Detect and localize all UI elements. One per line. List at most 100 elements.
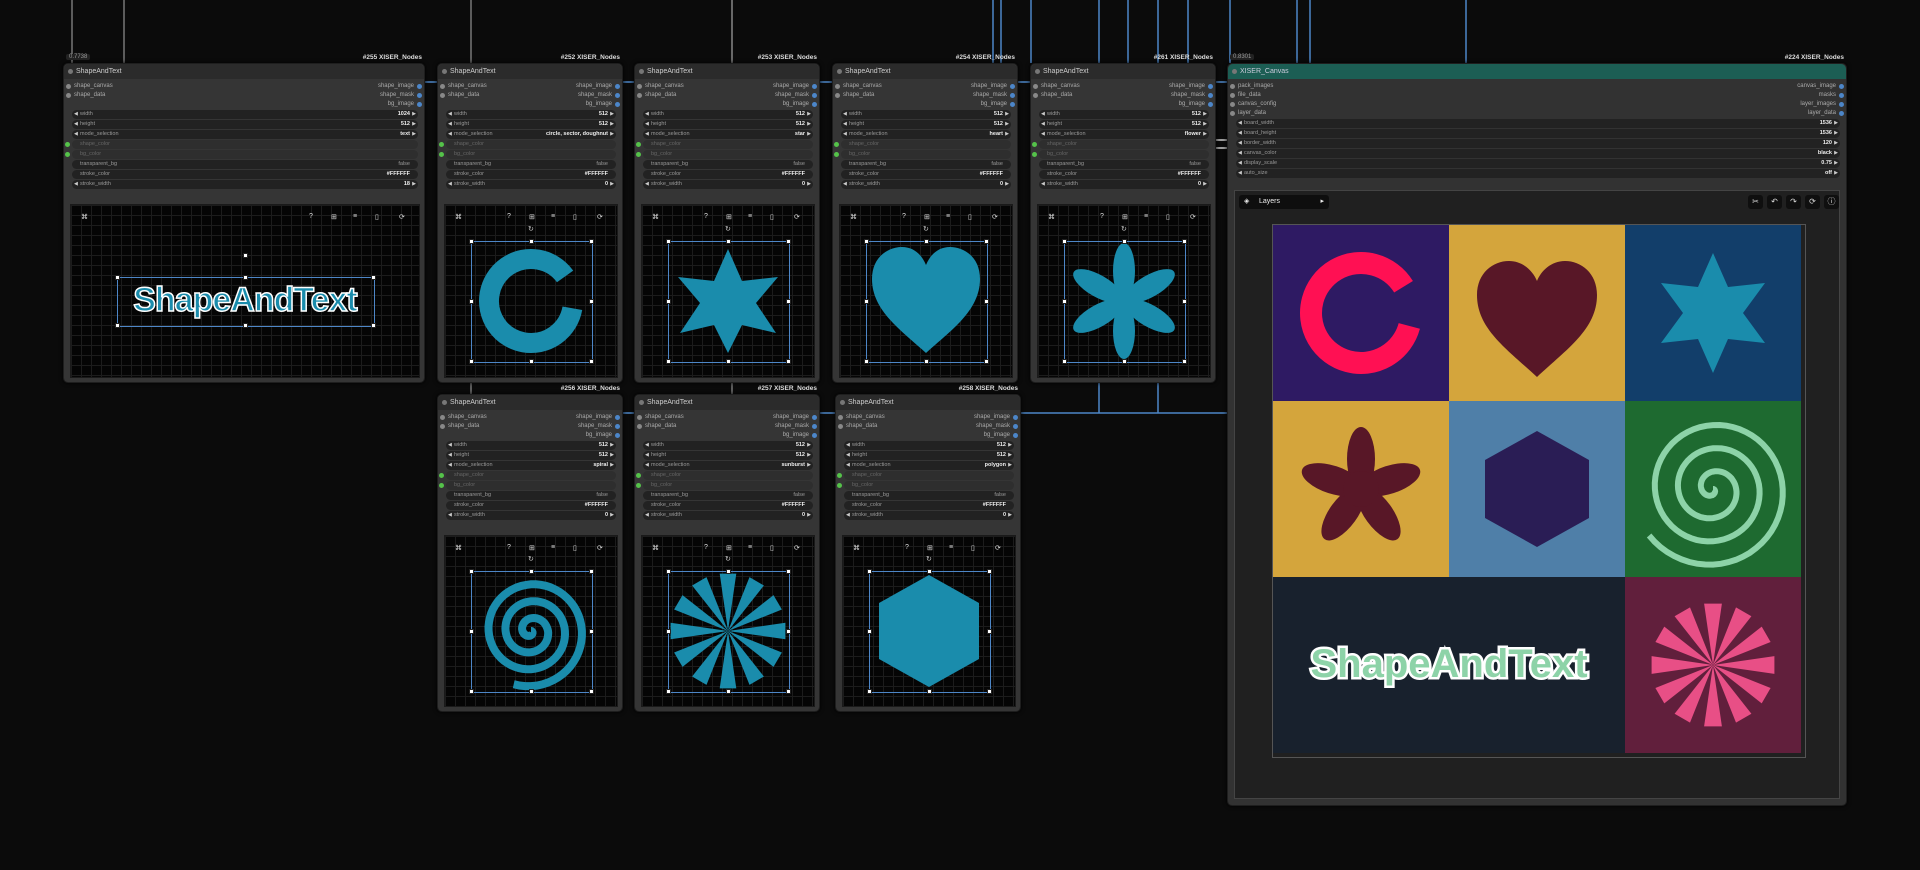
transparent-bg-toggle[interactable]: transparent_bg false [446, 491, 616, 500]
transparent-bg-toggle[interactable]: transparent_bg false [446, 160, 616, 169]
bg-color-widget[interactable]: bg_color [65, 150, 418, 159]
board-cell-sunburst[interactable] [1625, 577, 1801, 753]
shape-preview-canvas[interactable]: ⌘? ⊞ ≡ ▯ ⟳ ↻ [1037, 204, 1211, 378]
resize-handle[interactable] [786, 629, 791, 634]
resize-handle[interactable] [666, 629, 671, 634]
resize-handle[interactable] [243, 253, 248, 258]
output-port[interactable] [812, 415, 817, 420]
output-port[interactable] [417, 102, 422, 107]
transparent-bg-toggle[interactable]: transparent_bg false [643, 491, 813, 500]
align-icon[interactable]: ≡ [748, 213, 752, 220]
resize-handle[interactable] [666, 689, 671, 694]
stroke-color-widget[interactable]: stroke_color #FFFFFF [446, 501, 616, 510]
shape-preview-canvas[interactable]: ⌘? ⊞ ≡ ▯ ⟳ ↻ [641, 204, 815, 378]
frame-icon[interactable]: ▯ [770, 213, 774, 221]
output-port[interactable] [812, 93, 817, 98]
resize-handle[interactable] [987, 689, 992, 694]
resize-handle[interactable] [469, 359, 474, 364]
output-port[interactable] [1839, 84, 1844, 89]
resize-handle[interactable] [924, 359, 929, 364]
shape-color-widget[interactable]: shape_color [636, 471, 813, 480]
help-icon[interactable]: ? [309, 213, 313, 220]
board-cell-spiral[interactable] [1625, 401, 1801, 577]
input-port[interactable] [440, 424, 445, 429]
help-icon[interactable]: ? [1100, 213, 1104, 220]
move-icon[interactable]: ⌘ [652, 544, 659, 552]
shape-and-text-node[interactable]: #256 XISER_Nodes ShapeAndText shape_canvas… [437, 385, 623, 712]
collapse-dot-icon[interactable] [68, 69, 73, 74]
board-height-widget[interactable]: ◀ board_height 1536 ▶ [1236, 129, 1840, 138]
stroke-color-widget[interactable]: stroke_color #FFFFFF [643, 501, 813, 510]
output-port[interactable] [1839, 93, 1844, 98]
undo-icon[interactable]: ↶ [1767, 195, 1782, 209]
rotate-handle-icon[interactable]: ↻ [926, 555, 932, 563]
canvas-color-widget[interactable]: ◀ canvas_color black ▶ [1236, 149, 1840, 158]
shape-preview-canvas[interactable]: ⌘? ⊞ ≡ ▯ ⟳ ↻ [444, 204, 618, 378]
height-widget[interactable]: ◀ height 512 ▶ [446, 451, 616, 460]
output-port[interactable] [1013, 415, 1018, 420]
width-widget[interactable]: ◀ width 512 ▶ [643, 110, 813, 119]
stroke-width-widget[interactable]: ◀ stroke_width 0 ▶ [844, 511, 1014, 520]
frame-icon[interactable]: ▯ [573, 544, 577, 552]
bg-color-widget[interactable]: bg_color [837, 481, 1014, 490]
stroke-color-widget[interactable]: stroke_color #FFFFFF [446, 170, 616, 179]
move-icon[interactable]: ⌘ [853, 544, 860, 552]
grid-icon[interactable]: ⊞ [331, 213, 337, 221]
transparent-bg-toggle[interactable]: transparent_bg false [844, 491, 1014, 500]
resize-handle[interactable] [726, 359, 731, 364]
rotate-handle-icon[interactable]: ↻ [1121, 225, 1127, 233]
resize-handle[interactable] [666, 299, 671, 304]
shape-color-widget[interactable]: shape_color [439, 471, 616, 480]
layers-dropdown[interactable]: ◈ Layers ▸ [1239, 195, 1329, 209]
resize-handle[interactable] [1062, 299, 1067, 304]
canvas-panel[interactable]: ◈ Layers ▸ ✂ ↶ ↷ ⟳ ⓘ ShapeAndText [1234, 190, 1840, 799]
mode-selection-widget[interactable]: ◀ mode_selection circle, sector, doughnut ▶ [446, 130, 616, 139]
input-port[interactable] [637, 415, 642, 420]
shape-and-text-node[interactable]: #255 XISER_Nodes 0.7738 ShapeAndText shape_… [63, 54, 425, 383]
help-icon[interactable]: ? [507, 544, 511, 551]
node-title[interactable]: ShapeAndText [833, 64, 1017, 79]
output-port[interactable] [417, 93, 422, 98]
shape-preview-canvas[interactable]: ⌘? ⊞ ≡ ▯ ⟳ ↻ [842, 535, 1016, 707]
bg-color-widget[interactable]: bg_color [834, 150, 1011, 159]
reset-icon[interactable]: ⟳ [992, 213, 998, 221]
mode-selection-widget[interactable]: ◀ mode_selection heart ▶ [841, 130, 1011, 139]
output-port[interactable] [615, 433, 620, 438]
resize-handle[interactable] [867, 569, 872, 574]
shape-preview-canvas[interactable]: ⌘? ⊞ ≡ ▯ ⟳ ↻ [839, 204, 1013, 378]
collapse-dot-icon[interactable] [1232, 69, 1237, 74]
help-icon[interactable]: ? [704, 544, 708, 551]
resize-handle[interactable] [1062, 239, 1067, 244]
board-cell-heart[interactable] [1449, 225, 1625, 401]
height-widget[interactable]: ◀ height 512 ▶ [841, 120, 1011, 129]
output-port[interactable] [615, 424, 620, 429]
resize-handle[interactable] [243, 323, 248, 328]
resize-handle[interactable] [589, 299, 594, 304]
frame-icon[interactable]: ▯ [968, 213, 972, 221]
stroke-width-widget[interactable]: ◀ stroke_width 0 ▶ [643, 180, 813, 189]
help-icon[interactable]: ? [704, 213, 708, 220]
input-port[interactable] [440, 415, 445, 420]
resize-handle[interactable] [984, 299, 989, 304]
input-port[interactable] [1230, 84, 1235, 89]
shape-color-widget[interactable]: shape_color [834, 140, 1011, 149]
resize-handle[interactable] [469, 299, 474, 304]
collapse-dot-icon[interactable] [442, 69, 447, 74]
transparent-bg-toggle[interactable]: transparent_bg false [841, 160, 1011, 169]
input-port[interactable] [1033, 93, 1038, 98]
resize-handle[interactable] [864, 299, 869, 304]
move-icon[interactable]: ⌘ [1048, 213, 1055, 221]
frame-icon[interactable]: ▯ [770, 544, 774, 552]
shape-color-widget[interactable]: shape_color [439, 140, 616, 149]
resize-handle[interactable] [371, 275, 376, 280]
shape-preview-canvas[interactable]: ⌘? ⊞ ≡ ▯ ⟳ ↻ [641, 535, 815, 707]
resize-handle[interactable] [469, 569, 474, 574]
height-widget[interactable]: ◀ height 512 ▶ [844, 451, 1014, 460]
resize-handle[interactable] [529, 569, 534, 574]
resize-handle[interactable] [786, 689, 791, 694]
mode-selection-widget[interactable]: ◀ mode_selection star ▶ [643, 130, 813, 139]
output-port[interactable] [1010, 102, 1015, 107]
resize-handle[interactable] [1122, 239, 1127, 244]
bg-color-widget[interactable]: bg_color [636, 150, 813, 159]
xiser-canvas-node[interactable]: #224 XISER_Nodes 0.8301 XISER_Canvas pac… [1227, 54, 1847, 806]
